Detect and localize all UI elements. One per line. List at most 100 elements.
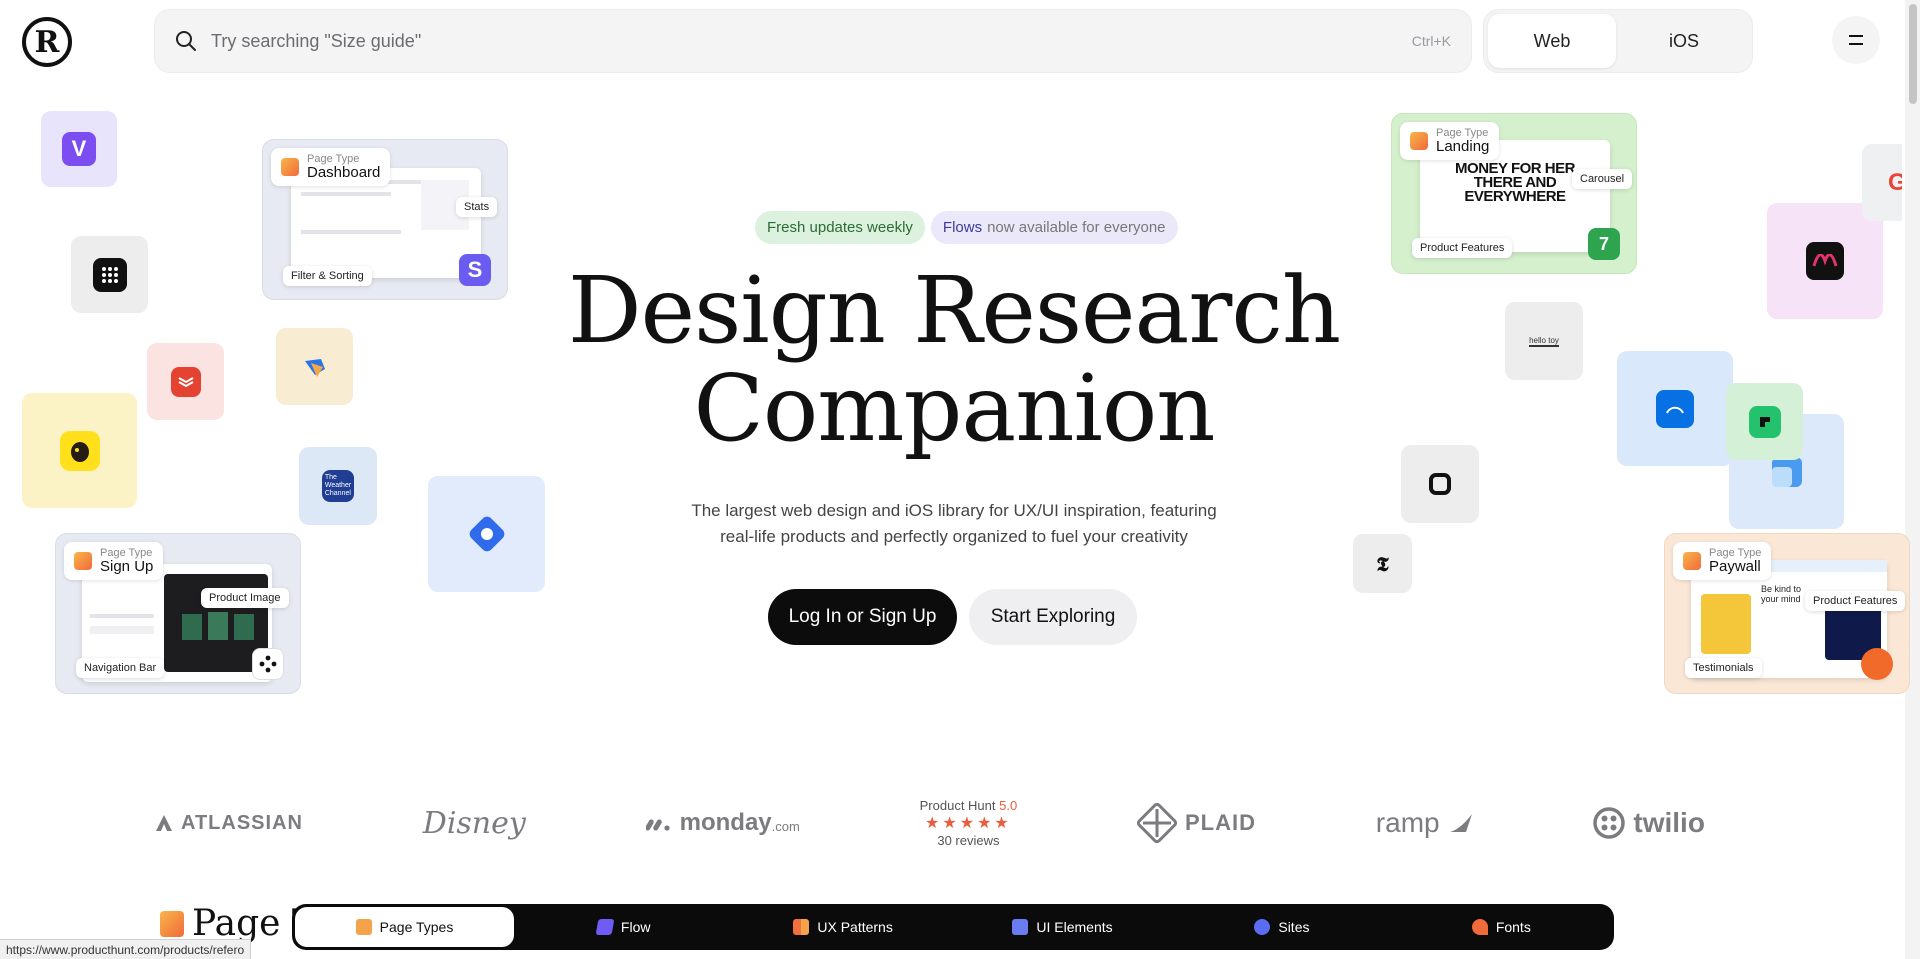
app-tile-grid[interactable] [71, 236, 148, 313]
stripe-s-icon: S [459, 254, 491, 286]
nav-label: Flow [620, 919, 651, 935]
monday-icon [645, 819, 670, 831]
page-type-value: Paywall [1709, 558, 1761, 575]
app-tile-hello[interactable]: hello toy [1505, 302, 1583, 380]
badge-flows-strong: Flows [942, 219, 983, 236]
login-signup-button[interactable]: Log In or Sign Up [768, 589, 957, 645]
ux-patterns-icon [793, 919, 810, 935]
page-type-icon [1410, 132, 1428, 150]
atlassian-icon [156, 815, 172, 831]
weather-channel-icon: The Weather Channel [322, 470, 354, 502]
badge-flows-rest: now available for everyone [987, 219, 1166, 236]
nav-ui-elements[interactable]: UI Elements [953, 907, 1172, 947]
nyt-icon: 𝕿 [1376, 551, 1389, 576]
refero-logo[interactable]: R [22, 17, 72, 67]
product-hunt-score: 5.0 [999, 798, 1018, 813]
product-hunt-rating[interactable]: Product Hunt 5.0 ★★★★★ 30 reviews [920, 798, 1018, 848]
bird-app-icon [304, 358, 325, 377]
nav-label: Sites [1278, 919, 1310, 935]
placeholder-block [208, 612, 228, 640]
search-bar[interactable]: Ctrl+K [154, 9, 1472, 73]
card-signup[interactable]: Page Type Sign Up Product Image Navigatio… [55, 533, 301, 694]
atlassian-text: ATLASSIAN [181, 811, 303, 834]
app-tile-v[interactable]: V [41, 111, 117, 187]
page-type-icon [281, 158, 299, 176]
app-tile-bird[interactable] [276, 328, 353, 405]
customer-logos: ATLASSIAN Disney monday .com Product Hunt… [155, 790, 1705, 856]
nav-fonts[interactable]: Fonts [1392, 907, 1611, 947]
app-tile-todoist[interactable] [147, 343, 224, 420]
app-tile-green[interactable] [1726, 383, 1803, 460]
chip-stats: Stats [456, 197, 498, 217]
app-tile-mailchimp[interactable] [22, 393, 137, 508]
gamepad-icon [252, 648, 284, 680]
page-types-icon [160, 910, 184, 937]
placeholder-block [234, 614, 254, 640]
page-type-tag: Page Type Landing [1400, 122, 1500, 160]
app-tile-skyscanner[interactable] [1617, 351, 1733, 466]
scrollbar[interactable] [1905, 0, 1920, 959]
star-rating-icon: ★★★★★ [925, 815, 1012, 832]
diamond-app-icon [469, 516, 504, 552]
app-tile-nyt[interactable]: 𝕿 [1353, 534, 1412, 593]
app-tile-diamond[interactable] [428, 476, 545, 592]
search-input[interactable] [211, 30, 1412, 52]
nav-page-types[interactable]: Page Types [295, 907, 514, 947]
flow-icon [595, 919, 615, 935]
nav-sites[interactable]: Sites [1172, 907, 1391, 947]
card-landing[interactable]: MONEY FOR HER THERE AND EVERYWHERE Page … [1391, 113, 1637, 274]
monday-suffix: .com [771, 818, 800, 834]
bottom-navigation: Page Types Flow UX Patterns UI Elements … [292, 904, 1614, 950]
ui-elements-icon [1012, 919, 1029, 935]
logo-letter: R [34, 24, 60, 60]
menu-icon-line [1849, 43, 1863, 45]
logo-monday: monday .com [645, 809, 800, 837]
twilio-icon [1593, 807, 1626, 839]
page-type-icon [1683, 552, 1701, 570]
app-tile-google[interactable]: G [1862, 144, 1902, 221]
scrollbar-thumb[interactable] [1909, 4, 1917, 104]
hero-subtitle: The largest web design and iOS library f… [660, 498, 1248, 550]
app-tile-meta[interactable] [1767, 203, 1883, 319]
browser-status-url: https://www.producthunt.com/products/ref… [0, 939, 252, 959]
sites-icon [1254, 919, 1271, 935]
nav-flow[interactable]: Flow [514, 907, 733, 947]
hero-title-line: Design Research [567, 257, 1341, 364]
logo-plaid: PLAID [1137, 803, 1256, 843]
menu-icon-line [1849, 35, 1863, 37]
nav-label: UX Patterns [817, 919, 893, 935]
app-tile-weather[interactable]: The Weather Channel [299, 447, 377, 525]
nav-label: Page Types [379, 919, 454, 935]
platform-web-tab[interactable]: Web [1488, 14, 1616, 68]
product-hunt-reviews: 30 reviews [937, 833, 1000, 848]
hero-badges: Fresh updates weekly Flows now available … [755, 211, 1178, 244]
logo-ramp: ramp [1376, 807, 1474, 839]
page-type-tag: Page Type Sign Up [64, 542, 164, 580]
square-app-icon [1429, 473, 1451, 495]
google-icon: G [1888, 168, 1902, 196]
start-exploring-button[interactable]: Start Exploring [969, 589, 1137, 645]
chip-product-image: Product Image [201, 588, 289, 608]
menu-button[interactable] [1832, 16, 1880, 64]
page-type-value: Landing [1436, 138, 1490, 155]
chip-product-features: Product Features [1805, 591, 1906, 611]
nav-ux-patterns[interactable]: UX Patterns [733, 907, 952, 947]
meta-app-icon [1806, 242, 1844, 280]
page-type-tag: Page Type Dashboard [271, 148, 391, 186]
platform-ios-tab[interactable]: iOS [1620, 14, 1748, 68]
card-paywall[interactable]: Be kind to your mind Page Type Paywall Pr… [1664, 533, 1910, 694]
badge-flows[interactable]: Flows now available for everyone [930, 211, 1178, 244]
card-dashboard[interactable]: Page Type Dashboard Stats Filter & Sortin… [262, 139, 508, 300]
placeholder-line [301, 192, 391, 196]
green-app-icon [1748, 405, 1781, 438]
page-type-tag: Page Type Paywall [1673, 542, 1772, 580]
disney-text: Disney [422, 805, 526, 841]
placeholder-card [1701, 594, 1751, 654]
platform-toggle[interactable]: Web iOS [1483, 9, 1753, 73]
hero-subtitle-line: The largest web design and iOS library f… [691, 501, 1217, 520]
hello-text: hello toy [1529, 335, 1559, 347]
monday-text: monday [679, 809, 772, 836]
app-tile-square[interactable] [1401, 445, 1479, 523]
product-hunt-label: Product Hunt [919, 798, 996, 813]
logo-atlassian: ATLASSIAN [155, 812, 303, 835]
